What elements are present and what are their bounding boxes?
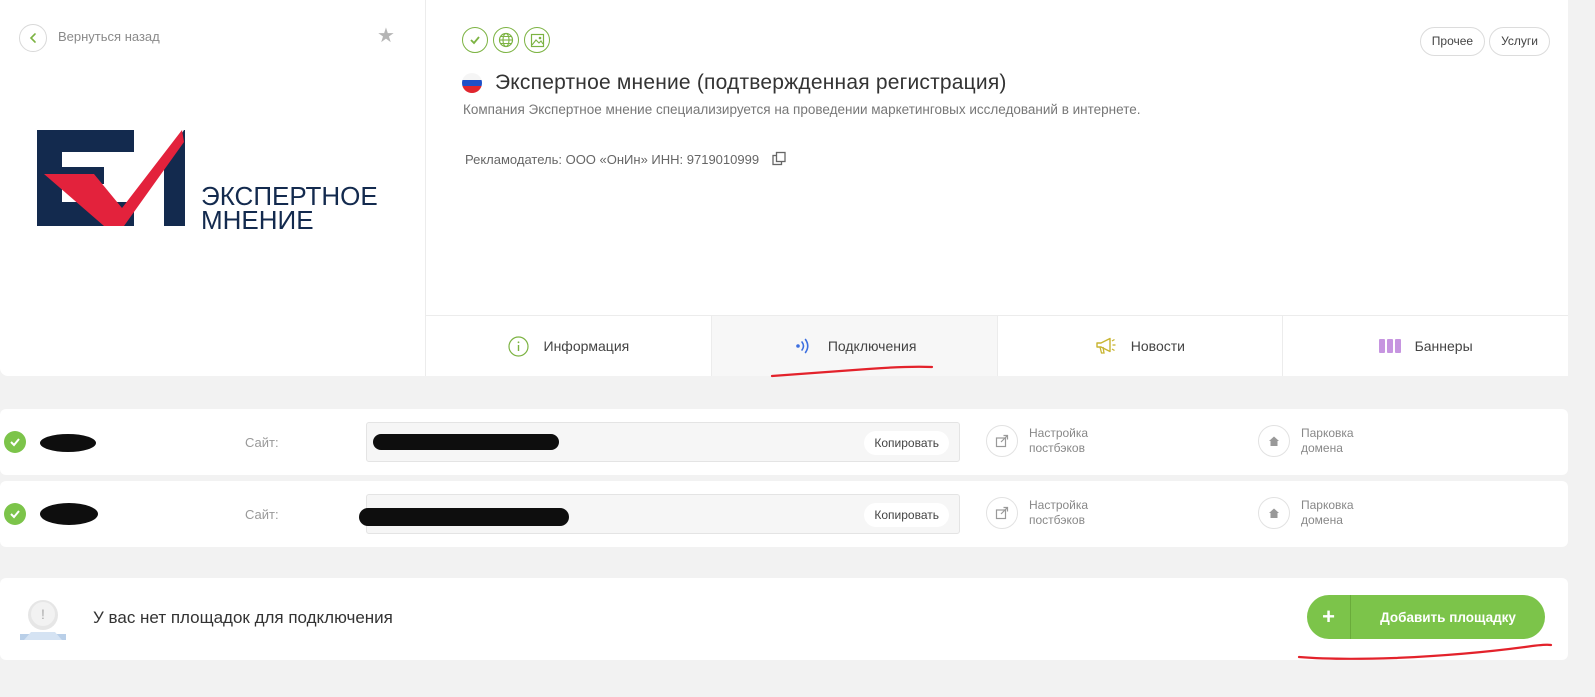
add-site-bar: ! У вас нет площадок для подключения + Д… (0, 578, 1568, 660)
image-badge-icon (524, 27, 550, 53)
svg-text:!: ! (41, 606, 45, 622)
pill-services[interactable]: Услуги (1489, 27, 1550, 56)
site-label: Сайт: (245, 435, 279, 450)
domain-parking-label: Парковка домена (1301, 426, 1354, 455)
copy-icon[interactable] (771, 151, 787, 167)
tab-banners[interactable]: Баннеры (1283, 316, 1568, 376)
postback-settings-button[interactable]: Настройка постбэков (986, 425, 1101, 457)
add-site-button[interactable]: + Добавить площадку (1307, 595, 1545, 639)
company-card: Вернуться назад ★ ЭКСПЕРТНОЕ МНЕНИЕ Проч (0, 0, 1568, 376)
tab-news[interactable]: Новости (997, 316, 1284, 376)
chevron-left-icon (29, 33, 36, 43)
copy-button[interactable]: Копировать (864, 503, 949, 527)
postback-settings-label: Настройка постбэков (1029, 426, 1089, 455)
connection-row: Сайт: Копировать Настройка постбэков Пар… (0, 409, 1568, 475)
banners-icon (1378, 335, 1401, 357)
connection-row: Сайт: Копировать Настройка постбэков Пар… (0, 481, 1568, 547)
no-sites-message: У вас нет площадок для подключения (93, 608, 393, 627)
tab-connections-label: Подключения (827, 338, 917, 354)
redacted-url (359, 508, 569, 526)
company-description: Компания Экспертное мнение специализируе… (463, 102, 1141, 117)
domain-parking-button[interactable]: Парковка домена (1258, 497, 1373, 529)
signal-icon (792, 335, 814, 357)
add-site-label: Добавить площадку (1380, 609, 1516, 625)
company-info-panel: Прочее Услуги Экспертное мнение (подтвер… (426, 0, 1568, 315)
verified-badge-icon (462, 27, 488, 53)
redacted-url (373, 434, 559, 450)
badge-group (462, 27, 550, 53)
plus-icon: + (1307, 595, 1351, 639)
advertiser-row: Рекламодатель: ООО «ОнИн» ИНН: 971901099… (465, 151, 787, 167)
copy-button[interactable]: Копировать (864, 431, 949, 455)
domain-parking-label: Парковка домена (1301, 498, 1354, 527)
russia-flag-icon (462, 73, 482, 93)
advertiser-text: Рекламодатель: ООО «ОнИн» ИНН: 971901099… (465, 151, 760, 167)
logo-line2: МНЕНИЕ (201, 205, 314, 235)
postback-settings-button[interactable]: Настройка постбэков (986, 497, 1101, 529)
status-ok-icon (4, 431, 26, 453)
tab-connections[interactable]: Подключения (711, 316, 998, 376)
back-button[interactable] (19, 24, 47, 52)
share-icon (986, 497, 1018, 529)
category-pills: Прочее Услуги (1419, 27, 1550, 56)
status-ok-icon (4, 503, 26, 525)
redacted-name (40, 434, 96, 452)
tab-information[interactable]: Информация (426, 316, 712, 376)
redacted-name (40, 503, 98, 525)
site-url-field[interactable]: Копировать (359, 494, 960, 534)
title-row: Экспертное мнение (подтвержденная регист… (462, 71, 1007, 95)
tab-bar: Информация Подключения Новости Баннеры (426, 315, 1568, 376)
tab-information-label: Информация (543, 338, 630, 354)
home-icon (1258, 497, 1290, 529)
info-icon (508, 335, 530, 357)
domain-parking-button[interactable]: Парковка домена (1258, 425, 1373, 457)
company-logo: ЭКСПЕРТНОЕ МНЕНИЕ (37, 130, 378, 235)
pill-other[interactable]: Прочее (1419, 27, 1486, 56)
warning-icon: ! (20, 600, 66, 640)
home-icon (1258, 425, 1290, 457)
connections-list: Сайт: Копировать Настройка постбэков Пар… (0, 409, 1568, 553)
site-label: Сайт: (245, 507, 279, 522)
postback-settings-label: Настройка постбэков (1029, 498, 1089, 527)
company-logo-panel: Вернуться назад ★ ЭКСПЕРТНОЕ МНЕНИЕ (0, 0, 426, 376)
company-title: Экспертное мнение (подтвержденная регист… (495, 71, 1007, 94)
tab-news-label: Новости (1130, 338, 1185, 354)
globe-badge-icon (493, 27, 519, 53)
megaphone-icon (1095, 335, 1117, 357)
tab-banners-label: Баннеры (1414, 338, 1473, 354)
share-icon (986, 425, 1018, 457)
site-url-field[interactable]: Копировать (366, 422, 960, 462)
back-label[interactable]: Вернуться назад (58, 29, 160, 44)
favorite-star-icon[interactable]: ★ (377, 26, 397, 46)
